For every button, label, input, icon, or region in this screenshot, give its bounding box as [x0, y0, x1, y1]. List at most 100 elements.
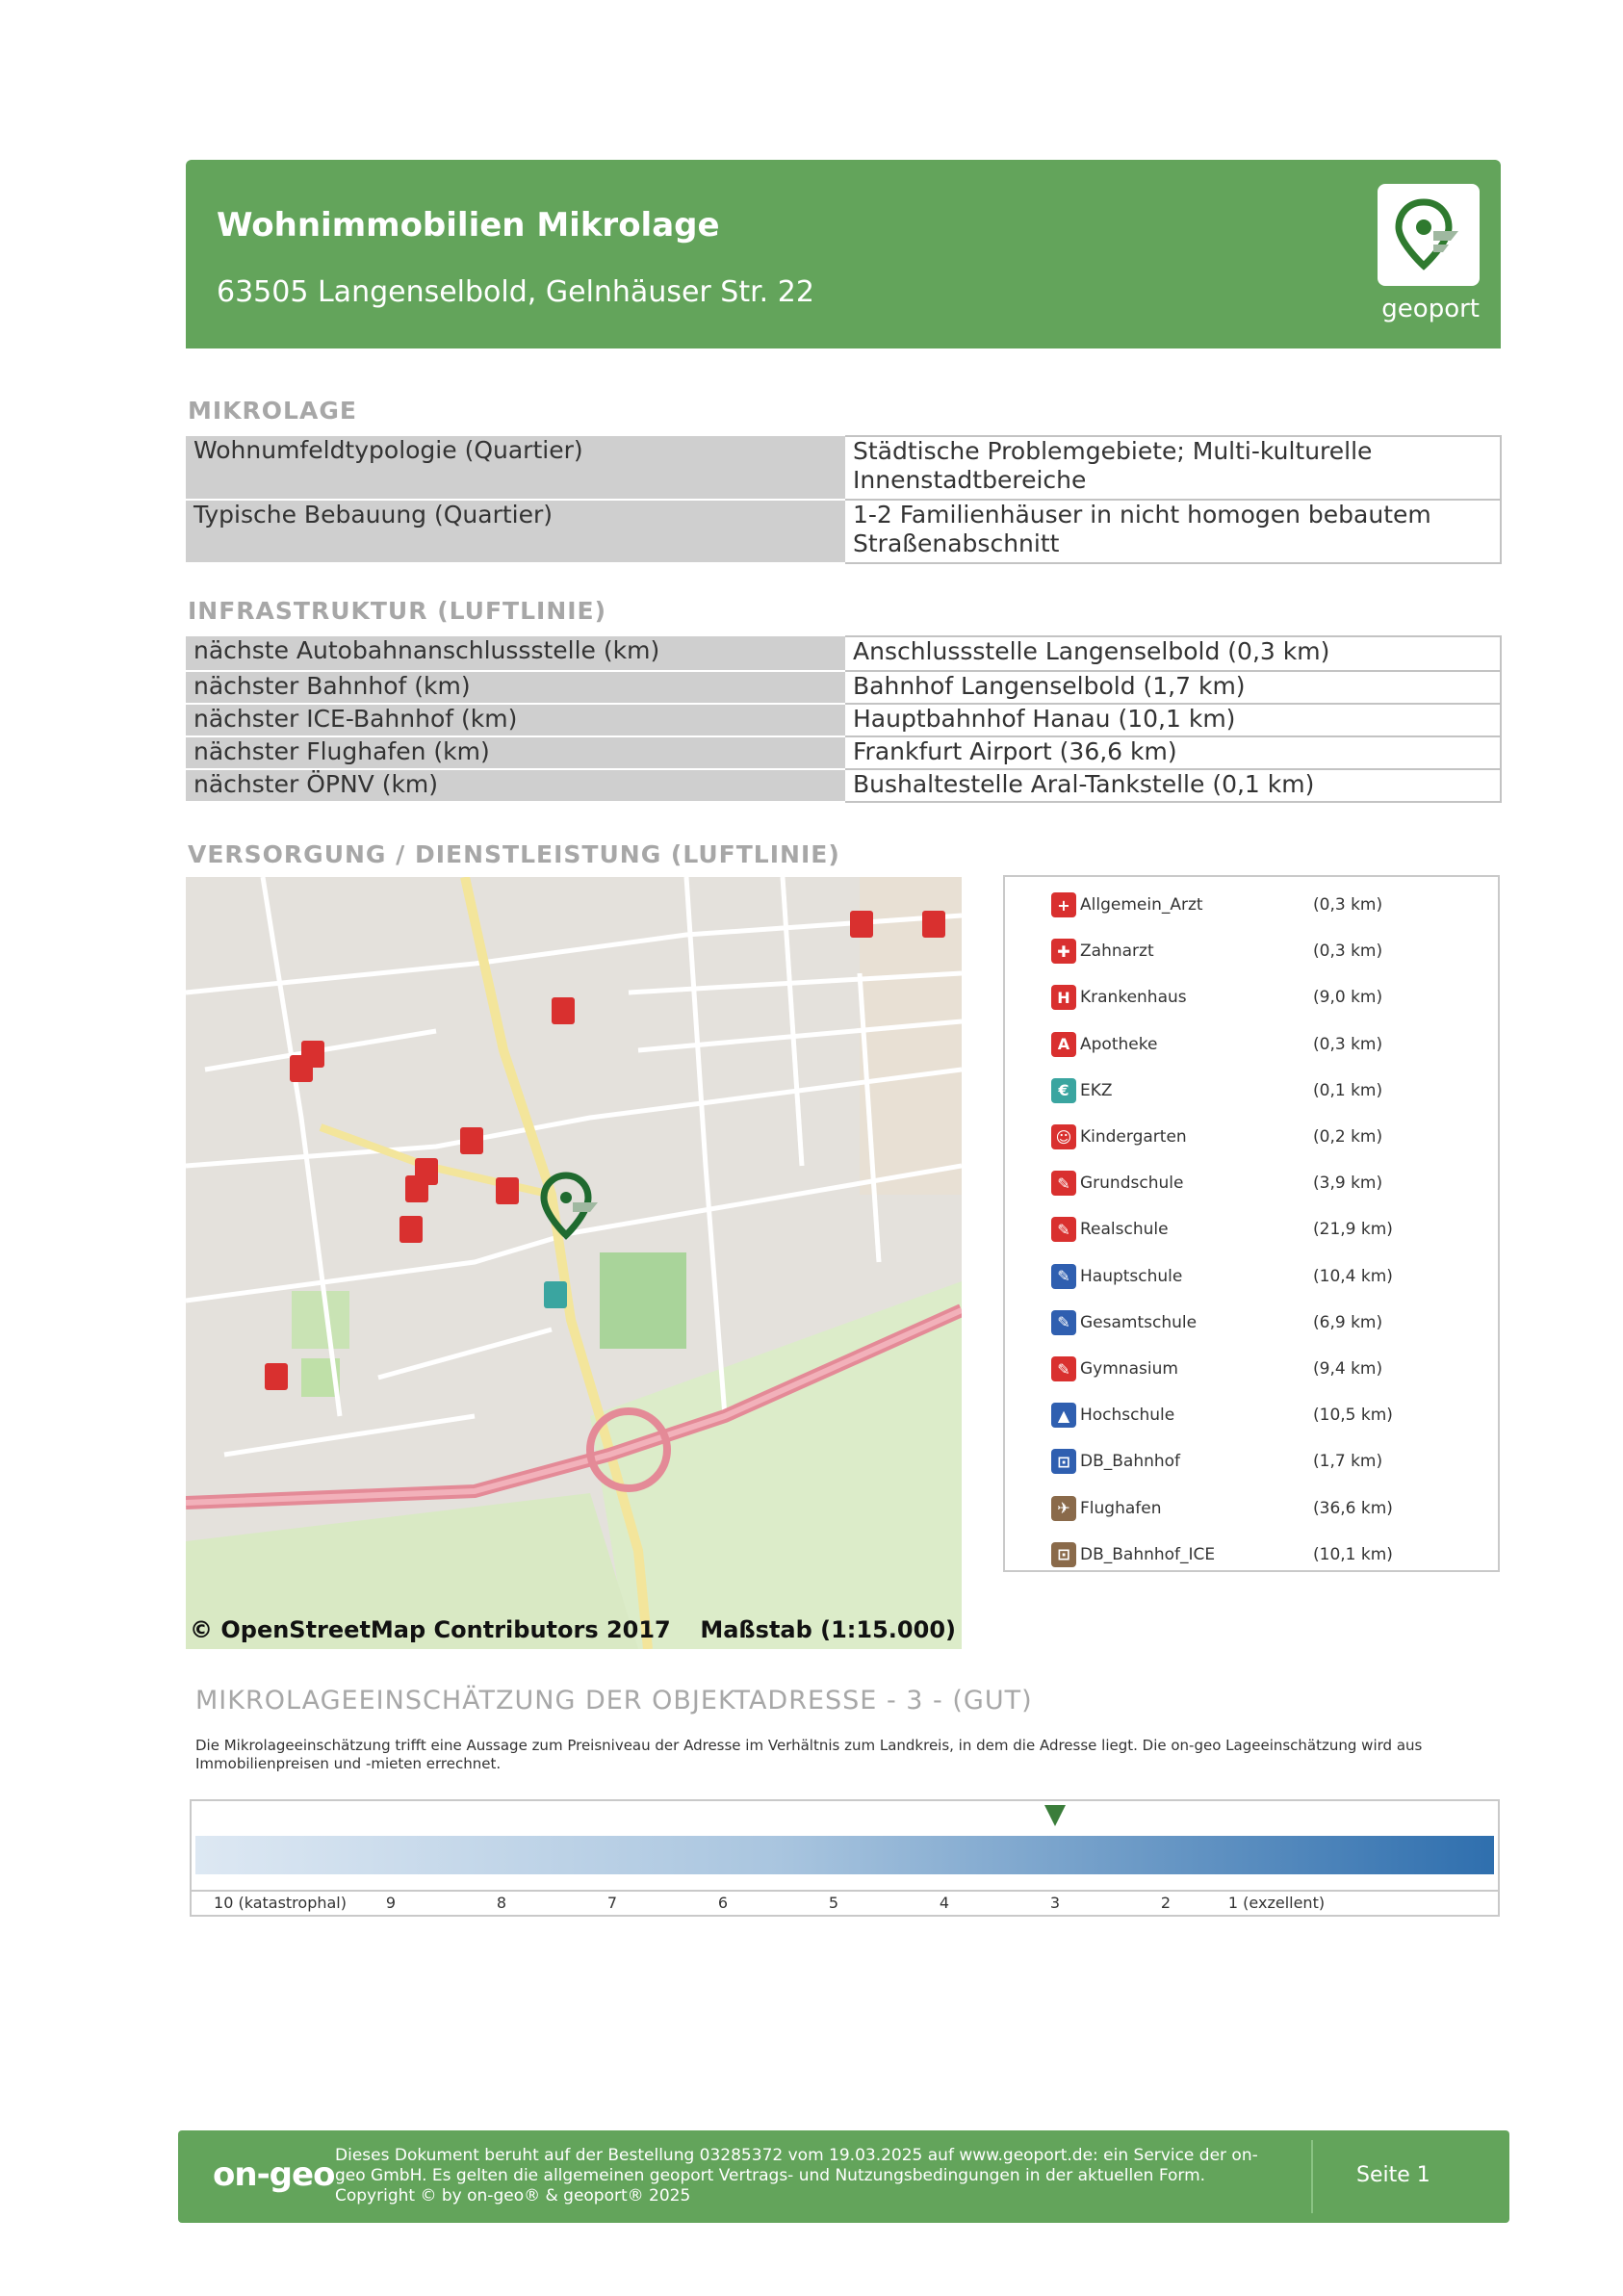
- legend-item-label: EKZ: [1080, 1080, 1113, 1100]
- legend-item-label: Grundschule: [1080, 1174, 1184, 1194]
- legend-item: ✎ Gesamtschule: [1051, 1308, 1197, 1337]
- table-row: Wohnumfeldtypologie (Quartier) Städtisch…: [186, 435, 1502, 501]
- legend-item-distance: (36,6 km): [1313, 1498, 1393, 1518]
- rating-scale-label: 3: [1049, 1894, 1061, 1912]
- legend-item: H Krankenhaus: [1051, 983, 1187, 1012]
- legend-item-label: Apotheke: [1080, 1034, 1158, 1054]
- legend-item: A Apotheke: [1051, 1030, 1157, 1059]
- shopping-icon: €: [1051, 1077, 1076, 1103]
- legend-item-distance: (21,9 km): [1313, 1220, 1393, 1240]
- page-footer: on-geo Dieses Dokument beruht auf der Be…: [178, 2130, 1509, 2223]
- school-icon: ✎: [1051, 1309, 1076, 1335]
- table-row: nächster ÖPNV (km) Bushaltestelle Aral-T…: [186, 768, 1502, 803]
- rating-gradient-bar: [195, 1836, 1494, 1874]
- geoport-pin-icon: [1395, 198, 1458, 271]
- legend-item-distance: (10,4 km): [1313, 1266, 1393, 1286]
- pharmacy-icon: A: [1051, 1031, 1076, 1057]
- legend-item-label: Realschule: [1080, 1220, 1169, 1240]
- report-title: Wohnimmobilien Mikrolage: [217, 206, 720, 245]
- row-label: nächste Autobahnanschlussstelle (km): [186, 636, 845, 672]
- rating-scale-label: 7: [606, 1894, 618, 1912]
- legend-item-distance: (1,7 km): [1313, 1452, 1383, 1472]
- row-value: Bahnhof Langenselbold (1,7 km): [845, 670, 1502, 705]
- row-value: Frankfurt Airport (36,6 km): [845, 735, 1502, 770]
- row-value: Hauptbahnhof Hanau (10,1 km): [845, 703, 1502, 737]
- legend-item-distance: (0,2 km): [1313, 1127, 1383, 1147]
- rating-scale-label: 1 (exzellent): [1227, 1894, 1326, 1912]
- legend-item-label: Gymnasium: [1080, 1359, 1178, 1379]
- legend-item: ✚ Zahnarzt: [1051, 937, 1154, 966]
- property-address: 63505 Langenselbold, Gelnhäuser Str. 22: [217, 275, 814, 309]
- row-label: nächster ÖPNV (km): [186, 769, 845, 803]
- legend-item-label: Krankenhaus: [1080, 988, 1187, 1008]
- legend-item: € EKZ: [1051, 1076, 1113, 1105]
- legend-item-distance: (0,3 km): [1313, 1034, 1383, 1054]
- row-label: nächster Flughafen (km): [186, 736, 845, 770]
- rating-scale-label: 9: [385, 1894, 397, 1912]
- section-title-infrastruktur: INFRASTRUKTUR (LUFTLINIE): [188, 597, 607, 625]
- university-icon: ▲: [1051, 1403, 1076, 1429]
- legend-item: ✎ Realschule: [1051, 1215, 1169, 1244]
- legend-item: + Allgemein_Arzt: [1051, 890, 1203, 919]
- page-number: Seite 1: [1356, 2163, 1430, 2187]
- footer-text: Dieses Dokument beruht auf der Bestellun…: [335, 2146, 1258, 2206]
- rating-scale-label: 10 (katastrophal): [214, 1894, 347, 1912]
- kindergarten-icon: ☺: [1051, 1124, 1076, 1149]
- row-label: Wohnumfeldtypologie (Quartier): [186, 436, 845, 501]
- on-geo-logo: on-geo: [213, 2155, 335, 2194]
- row-label: nächster ICE-Bahnhof (km): [186, 704, 845, 737]
- poi-legend: + Allgemein_Arzt (0,3 km) ✚ Zahnarzt (0,3 km)…: [1003, 875, 1500, 1572]
- report-header: Wohnimmobilien Mikrolage 63505 Langensel…: [186, 160, 1501, 348]
- school-icon: ✎: [1051, 1263, 1076, 1289]
- row-value: 1-2 Familienhäuser in nicht homogen beba…: [845, 499, 1502, 564]
- legend-item-distance: (0,1 km): [1313, 1080, 1383, 1100]
- legend-item: ☺ Kindergarten: [1051, 1122, 1187, 1151]
- legend-item-label: Zahnarzt: [1080, 942, 1154, 962]
- legend-item: ✎ Gymnasium: [1051, 1354, 1178, 1383]
- rating-scale-label: 4: [939, 1894, 950, 1912]
- legend-item-distance: (0,3 km): [1313, 942, 1383, 962]
- table-row: nächster ICE-Bahnhof (km) Hauptbahnhof H…: [186, 703, 1502, 737]
- table-row: Typische Bebauung (Quartier) 1-2 Familie…: [186, 499, 1502, 564]
- rating-scale-label: 2: [1160, 1894, 1172, 1912]
- hospital-icon: H: [1051, 985, 1076, 1011]
- rating-scale-label: 8: [496, 1894, 507, 1912]
- table-row: nächste Autobahnanschlussstelle (km) Ans…: [186, 635, 1502, 672]
- map-canvas: [186, 877, 962, 1649]
- rating-marker-icon: [1044, 1805, 1066, 1826]
- map-sports-field: [600, 1252, 686, 1349]
- legend-item-label: Flughafen: [1080, 1498, 1162, 1518]
- map-scale: Maßstab (1:15.000): [700, 1616, 956, 1643]
- legend-item-label: DB_Bahnhof_ICE: [1080, 1544, 1216, 1564]
- legend-item: ✎ Hauptschule: [1051, 1262, 1182, 1291]
- rating-description: Die Mikrolageeinschätzung trifft eine Au…: [195, 1737, 1423, 1772]
- legend-item-distance: (10,5 km): [1313, 1406, 1393, 1426]
- legend-item-distance: (10,1 km): [1313, 1544, 1393, 1564]
- location-map[interactable]: © OpenStreetMap Contributors 2017 Maßsta…: [186, 877, 962, 1649]
- infrastruktur-table: nächste Autobahnanschlussstelle (km) Ans…: [186, 635, 1502, 803]
- legend-item-distance: (0,3 km): [1313, 895, 1383, 915]
- section-title-versorgung: VERSORGUNG / DIENSTLEISTUNG (LUFTLINIE): [188, 840, 840, 868]
- map-credit: © OpenStreetMap Contributors 2017: [190, 1616, 671, 1643]
- legend-item-distance: (9,0 km): [1313, 988, 1383, 1008]
- legend-item-label: Allgemein_Arzt: [1080, 895, 1203, 915]
- geoport-logo-text: geoport: [1381, 295, 1480, 323]
- map-park: [292, 1291, 349, 1349]
- tooth-icon: ✚: [1051, 939, 1076, 965]
- legend-item: ⊡ DB_Bahnhof_ICE: [1051, 1540, 1215, 1569]
- row-value: Bushaltestelle Aral-Tankstelle (0,1 km): [845, 768, 1502, 803]
- legend-item-label: Hochschule: [1080, 1406, 1175, 1426]
- row-label: nächster Bahnhof (km): [186, 671, 845, 705]
- legend-item-label: DB_Bahnhof: [1080, 1452, 1181, 1472]
- school-icon: ✎: [1051, 1217, 1076, 1243]
- doctor-icon: +: [1051, 892, 1076, 917]
- table-row: nächster Bahnhof (km) Bahnhof Langenselb…: [186, 670, 1502, 705]
- train-icon: ⊡: [1051, 1541, 1076, 1567]
- row-label: Typische Bebauung (Quartier): [186, 500, 845, 564]
- legend-item: ✈ Flughafen: [1051, 1494, 1161, 1523]
- legend-item-distance: (9,4 km): [1313, 1359, 1383, 1379]
- legend-item-distance: (3,9 km): [1313, 1174, 1383, 1194]
- mikrolage-table: Wohnumfeldtypologie (Quartier) Städtisch…: [186, 435, 1502, 564]
- legend-item-label: Kindergarten: [1080, 1127, 1187, 1147]
- airport-icon: ✈: [1051, 1495, 1076, 1521]
